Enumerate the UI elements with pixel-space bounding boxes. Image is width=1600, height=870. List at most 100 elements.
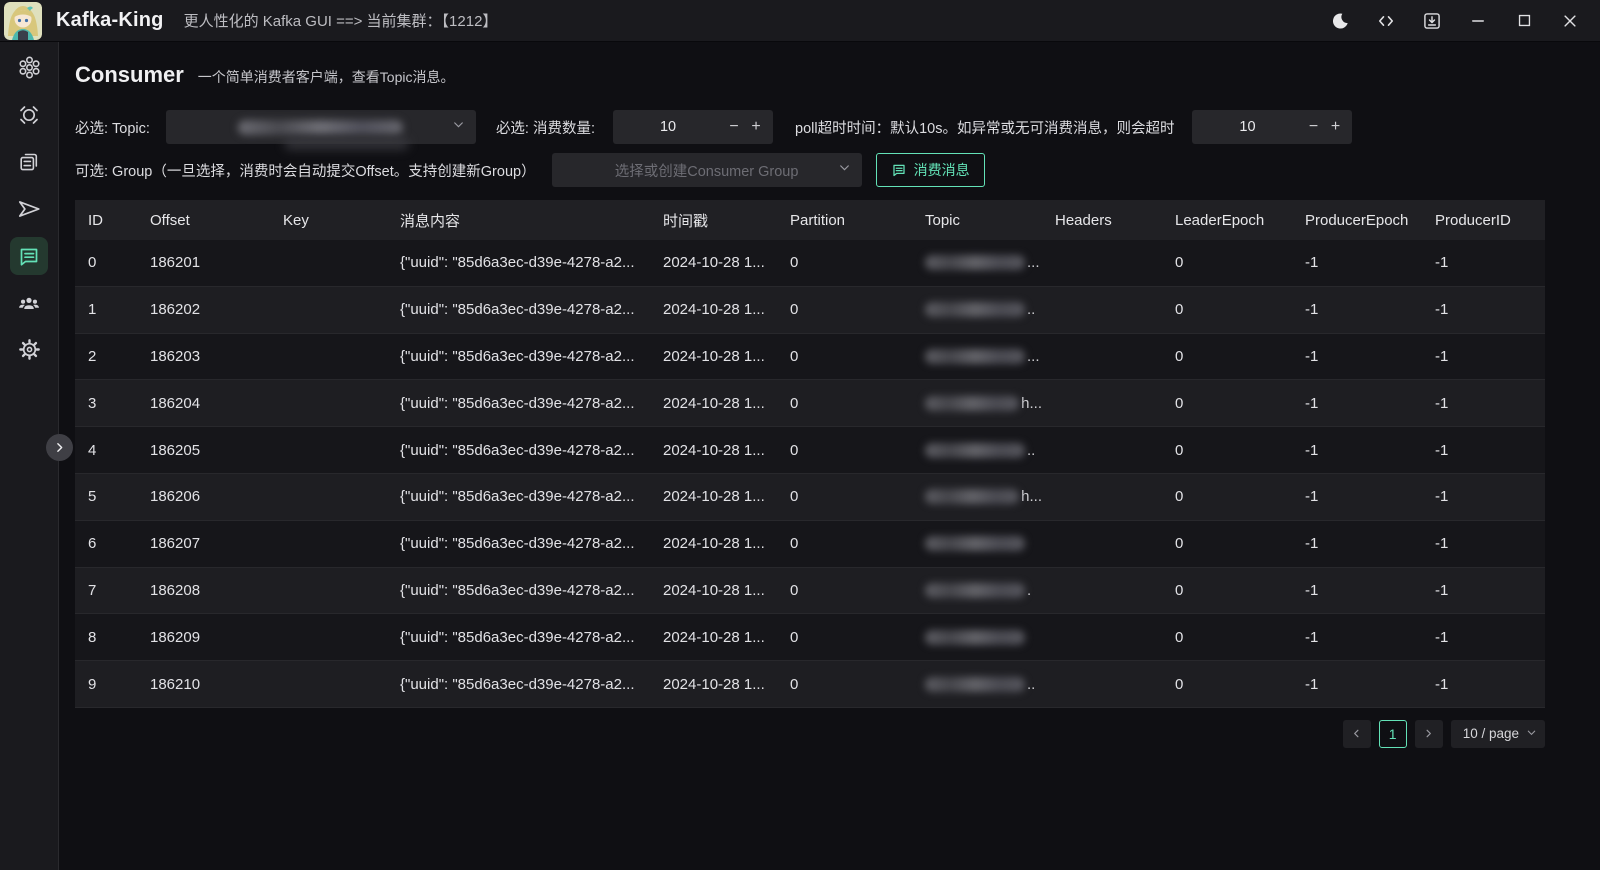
column-header: Headers (1042, 200, 1162, 240)
cell-message: {"uuid": "85d6a3ec-d39e-4278-a2... (387, 287, 650, 333)
censored-topic-value (925, 396, 1019, 411)
messages-table: IDOffsetKey消息内容时间戳PartitionTopicHeadersL… (75, 200, 1545, 708)
cell-offset: 186203 (137, 334, 270, 380)
scan-icon (17, 103, 41, 127)
poll-plus-button[interactable]: + (1324, 118, 1346, 136)
censored-topic-value (925, 536, 1025, 551)
close-icon (1561, 12, 1579, 30)
cell-producer-epoch: -1 (1292, 287, 1422, 333)
sidebar-item-consumer[interactable] (6, 232, 53, 279)
cell-producer-id: -1 (1422, 287, 1545, 333)
chevron-down-icon (838, 161, 851, 179)
page-size-select[interactable]: 10 / page (1451, 720, 1545, 748)
people-icon (16, 290, 42, 316)
next-page-button[interactable] (1415, 720, 1443, 748)
poll-minus-button[interactable]: − (1302, 118, 1324, 136)
group-select-placeholder: 选择或创建Consumer Group (615, 160, 799, 181)
qty-input[interactable]: 10 − + (613, 110, 773, 144)
chevron-right-icon (1423, 728, 1434, 739)
maximize-button[interactable] (1508, 6, 1540, 36)
sidebar-item-settings[interactable] (6, 326, 53, 373)
page-title: Consumer (75, 62, 184, 88)
cell-partition: 0 (777, 334, 912, 380)
topic-ellipsis: ... (1027, 254, 1040, 271)
qty-plus-button[interactable]: + (745, 118, 767, 136)
cell-id: 0 (75, 240, 137, 286)
consume-button-label: 消费消息 (914, 160, 970, 180)
devtools-button[interactable] (1370, 6, 1402, 36)
cell-message: {"uuid": "85d6a3ec-d39e-4278-a2... (387, 380, 650, 426)
cell-headers (1042, 287, 1162, 333)
consume-messages-button[interactable]: 消费消息 (876, 153, 985, 187)
censored-topic-value (925, 255, 1025, 270)
cell-topic: h... (912, 474, 1042, 520)
cell-leader-epoch: 0 (1162, 614, 1292, 660)
cell-timestamp: 2024-10-28 1... (650, 521, 777, 567)
cell-producer-id: -1 (1422, 474, 1545, 520)
table-row[interactable]: 2186203{"uuid": "85d6a3ec-d39e-4278-a2..… (75, 334, 1545, 381)
theme-toggle-button[interactable] (1324, 6, 1356, 36)
cell-id: 6 (75, 521, 137, 567)
current-page-button[interactable]: 1 (1379, 720, 1407, 748)
cell-headers (1042, 474, 1162, 520)
chevron-down-icon (452, 118, 465, 136)
sidebar-item-topics[interactable] (6, 138, 53, 185)
cell-headers (1042, 568, 1162, 614)
moon-icon (1330, 11, 1350, 31)
column-header: 消息内容 (387, 200, 650, 240)
table-row[interactable]: 3186204{"uuid": "85d6a3ec-d39e-4278-a2..… (75, 380, 1545, 427)
cell-timestamp: 2024-10-28 1... (650, 568, 777, 614)
censored-topic-value (925, 489, 1019, 504)
column-header: ProducerEpoch (1292, 200, 1422, 240)
cell-key (270, 427, 387, 473)
qty-minus-button[interactable]: − (723, 118, 745, 136)
cell-producer-epoch: -1 (1292, 568, 1422, 614)
poll-timeout-input[interactable]: 10 − + (1192, 110, 1352, 144)
download-icon (1422, 11, 1442, 31)
censored-topic-value (925, 630, 1025, 645)
table-row[interactable]: 9186210{"uuid": "85d6a3ec-d39e-4278-a2..… (75, 661, 1545, 708)
cell-leader-epoch: 0 (1162, 380, 1292, 426)
table-row[interactable]: 8186209{"uuid": "85d6a3ec-d39e-4278-a2..… (75, 614, 1545, 661)
censored-topic-value (925, 443, 1025, 458)
cell-headers (1042, 240, 1162, 286)
sidebar-item-monitor[interactable] (6, 91, 53, 138)
table-row[interactable]: 6186207{"uuid": "85d6a3ec-d39e-4278-a2..… (75, 521, 1545, 568)
table-row[interactable]: 0186201{"uuid": "85d6a3ec-d39e-4278-a2..… (75, 240, 1545, 287)
table-row[interactable]: 5186206{"uuid": "85d6a3ec-d39e-4278-a2..… (75, 474, 1545, 521)
column-header: 时间戳 (650, 200, 777, 240)
minimize-button[interactable] (1462, 6, 1494, 36)
cell-producer-id: -1 (1422, 614, 1545, 660)
sidebar-item-cluster[interactable] (6, 44, 53, 91)
close-button[interactable] (1554, 6, 1586, 36)
cell-key (270, 287, 387, 333)
cell-producer-id: -1 (1422, 661, 1545, 707)
sidebar-expand-toggle[interactable] (46, 434, 73, 461)
cell-producer-epoch: -1 (1292, 474, 1422, 520)
cell-producer-epoch: -1 (1292, 334, 1422, 380)
cell-topic: ... (912, 334, 1042, 380)
sidebar-item-groups[interactable] (6, 279, 53, 326)
sidebar-item-producer[interactable] (6, 185, 53, 232)
consumer-form-row-1: 必选: Topic: 必选: 消费数量: 10 − + poll超时时间：默认1… (75, 110, 1584, 144)
prev-page-button[interactable] (1343, 720, 1371, 748)
cell-key (270, 334, 387, 380)
table-row[interactable]: 4186205{"uuid": "85d6a3ec-d39e-4278-a2..… (75, 427, 1545, 474)
cell-timestamp: 2024-10-28 1... (650, 427, 777, 473)
app-logo (4, 2, 42, 40)
topic-ellipsis: .. (1027, 676, 1035, 693)
table-row[interactable]: 7186208{"uuid": "85d6a3ec-d39e-4278-a2..… (75, 568, 1545, 615)
cell-timestamp: 2024-10-28 1... (650, 334, 777, 380)
topic-select[interactable] (166, 110, 476, 144)
cell-leader-epoch: 0 (1162, 427, 1292, 473)
cell-leader-epoch: 0 (1162, 240, 1292, 286)
download-button[interactable] (1416, 6, 1448, 36)
qty-value: 10 (613, 119, 723, 135)
group-select[interactable]: 选择或创建Consumer Group (552, 153, 862, 187)
cell-message: {"uuid": "85d6a3ec-d39e-4278-a2... (387, 474, 650, 520)
cell-partition: 0 (777, 427, 912, 473)
cell-topic: .. (912, 661, 1042, 707)
column-header: Key (270, 200, 387, 240)
table-row[interactable]: 1186202{"uuid": "85d6a3ec-d39e-4278-a2..… (75, 287, 1545, 334)
cell-producer-epoch: -1 (1292, 380, 1422, 426)
